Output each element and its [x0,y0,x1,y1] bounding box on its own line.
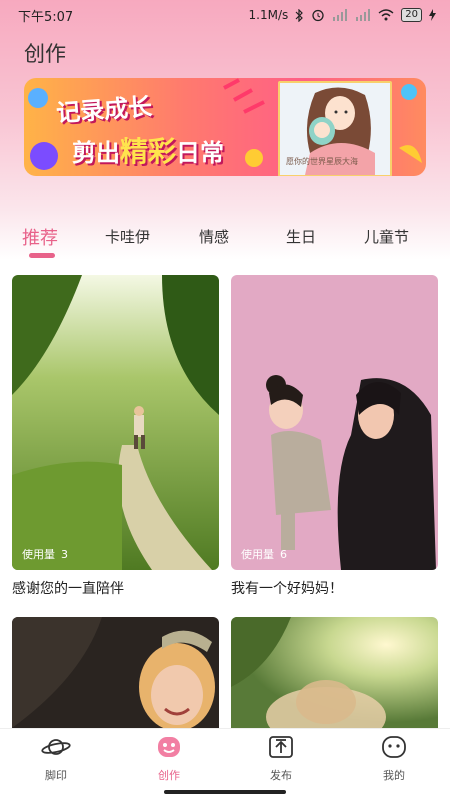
forest-path-photo [12,275,219,570]
nav-create[interactable]: 创作 [134,735,204,783]
template-card[interactable] [12,617,219,728]
tab-kawaii[interactable]: 卡哇伊 [105,226,150,247]
template-title: 感谢您的一直陪伴 [12,581,124,597]
usage-label: 使用量 [241,548,274,561]
nav-label: 我的 [383,769,405,782]
girl-sunlight-photo [231,617,438,728]
banner-caption: 愿你的世界星辰大海 [286,157,358,166]
smiling-girl-photo [12,617,219,728]
smile-face-icon [158,737,180,757]
signal-icon [333,9,348,21]
banner-subheadline: 剪出精彩日常 [72,130,224,170]
status-bar: 下午5:07 1.1M/s 20 [0,0,450,30]
template-thumbnail [12,617,219,728]
template-thumbnail: 使用量 3 [12,275,219,570]
tab-childrens-day[interactable]: 儿童节 [364,226,409,247]
bluetooth-icon [295,8,304,22]
banner-text-prefix: 剪出 [72,139,120,167]
usage-value: 3 [61,548,68,561]
alarm-icon [312,9,324,22]
tab-birthday[interactable]: 生日 [286,226,316,247]
usage-count: 使用量 6 [241,546,287,562]
usage-count: 使用量 3 [22,546,68,562]
active-tab-indicator [29,253,55,258]
planet-icon [41,739,71,755]
nav-label: 脚印 [45,769,67,782]
category-tabs: 推荐 卡哇伊 情感 生日 儿童节 [0,218,450,262]
banner-headline: 记录成长 [55,92,154,128]
wifi-icon [378,9,394,21]
template-title: 我有一个好妈妈！ [231,581,343,597]
template-thumbnail: 使用量 6 [231,275,438,570]
nav-label: 发布 [270,769,292,782]
charging-icon [429,9,436,21]
upload-icon [269,736,293,758]
status-icons: 1.1M/s 20 [249,8,436,22]
usage-value: 6 [280,548,287,561]
status-time: 下午5:07 [18,9,74,25]
signal-icon-2 [356,9,371,21]
tab-recommended[interactable]: 推荐 [22,224,58,250]
template-card[interactable] [231,617,438,728]
banner-text-highlight: 精彩 [120,135,177,168]
nav-label: 创作 [158,769,180,782]
network-speed: 1.1M/s [248,8,289,22]
usage-label: 使用量 [22,548,55,561]
promo-banner[interactable]: 记录成长 剪出精彩日常 愿你的世界星辰大海 [24,78,426,176]
banner-text-suffix: 日常 [176,139,225,167]
template-thumbnail [231,617,438,728]
nav-mine[interactable]: 我的 [359,735,429,783]
nav-footprint[interactable]: 脚印 [21,735,91,783]
page-title: 创作 [24,42,66,66]
template-card[interactable]: 使用量 3 感谢您的一直陪伴 [12,275,219,598]
template-card[interactable]: 使用量 6 我有一个好妈妈！ [231,275,438,598]
face-icon [382,736,406,758]
tab-emotion[interactable]: 情感 [199,226,229,247]
battery-indicator: 20 [401,8,422,22]
mother-child-photo [231,275,438,570]
home-indicator[interactable] [164,790,286,794]
nav-publish[interactable]: 发布 [246,735,316,783]
